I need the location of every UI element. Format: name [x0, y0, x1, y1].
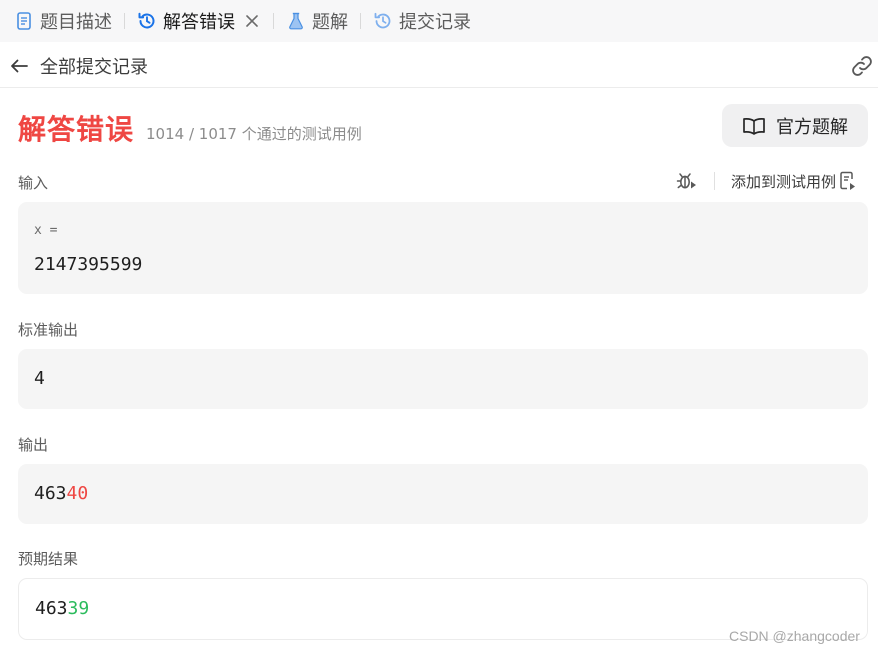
stdout-value: 4 — [34, 368, 45, 389]
tab-solutions-label: 题解 — [312, 12, 348, 33]
add-to-testcase-label: 添加到测试用例 — [731, 172, 837, 191]
output-value-diff: 40 — [66, 483, 89, 504]
expected-value-diff: 39 — [67, 598, 90, 619]
expected-value: 46339 — [35, 598, 89, 619]
testcase-toolbar: 添加到测试用例 — [676, 168, 857, 194]
result-header: 解答错误 1014 / 1017 个通过的测试用例 — [18, 108, 362, 148]
output-value: 46340 — [34, 483, 88, 504]
page-title[interactable]: 全部提交记录 — [40, 53, 148, 79]
link-icon[interactable] — [850, 54, 874, 78]
add-testcase-icon — [839, 171, 857, 191]
input-box: x = 2147395599 — [18, 202, 868, 294]
official-solution-label: 官方题解 — [776, 116, 848, 138]
tab-divider — [273, 13, 274, 29]
toolbar-divider — [714, 172, 715, 190]
result-status: 解答错误 — [18, 113, 135, 146]
bug-play-icon[interactable] — [676, 170, 698, 192]
tab-submissions-label: 提交记录 — [399, 12, 471, 33]
arrow-left-icon[interactable] — [8, 55, 30, 77]
input-value: 2147395599 — [34, 254, 143, 275]
output-label: 输出 — [18, 436, 49, 454]
history-icon — [373, 11, 393, 31]
flask-icon — [286, 11, 306, 31]
tab-wrong-answer[interactable]: 解答错误 — [137, 0, 261, 42]
stdout-box: 4 — [18, 349, 868, 409]
official-solution-button[interactable]: 官方题解 — [722, 104, 868, 147]
tab-wrong-answer-label: 解答错误 — [163, 12, 235, 33]
expected-label: 预期结果 — [18, 550, 79, 568]
testcase-count: 1014 / 1017 个通过的测试用例 — [146, 125, 362, 143]
book-icon — [742, 116, 766, 136]
stdout-label: 标准输出 — [18, 321, 79, 339]
submissions-header: 全部提交记录 — [0, 44, 878, 88]
tab-submissions[interactable]: 提交记录 — [373, 0, 471, 42]
input-label: 输入 — [18, 174, 49, 192]
history-icon — [137, 11, 157, 31]
tab-divider — [124, 13, 125, 29]
tab-solutions[interactable]: 题解 — [286, 0, 348, 42]
output-value-prefix: 463 — [34, 483, 67, 504]
tab-bar: 题目描述 解答错误 题解 提交记录 — [0, 0, 878, 42]
expected-value-prefix: 463 — [35, 598, 68, 619]
close-icon[interactable] — [243, 12, 261, 30]
add-to-testcase-button[interactable]: 添加到测试用例 — [731, 171, 857, 192]
watermark: CSDN @zhangcoder — [729, 628, 860, 644]
tab-description-label: 题目描述 — [40, 12, 112, 33]
tab-description[interactable]: 题目描述 — [14, 0, 112, 42]
document-icon — [14, 11, 34, 31]
input-variable-name: x = — [34, 223, 58, 238]
tab-divider — [360, 13, 361, 29]
output-box: 46340 — [18, 464, 868, 524]
